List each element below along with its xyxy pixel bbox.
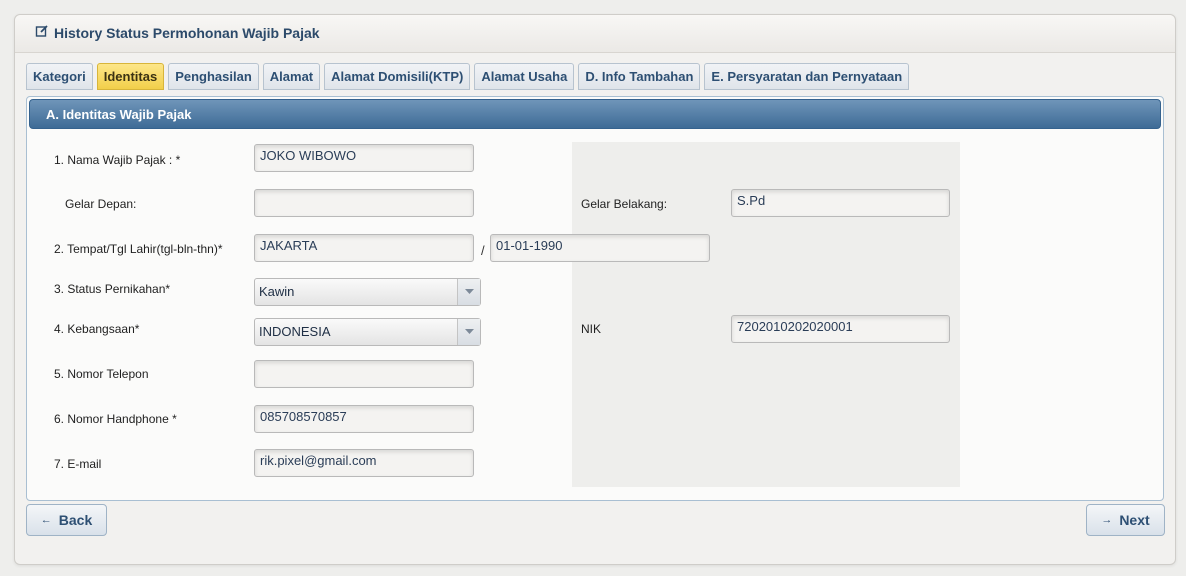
tab-penghasilan[interactable]: Penghasilan <box>168 63 259 90</box>
gelar-belakang-label: Gelar Belakang: <box>581 197 668 211</box>
chevron-down-icon[interactable] <box>457 279 480 305</box>
tab-alamat-usaha[interactable]: Alamat Usaha <box>474 63 575 90</box>
gelar-depan-label: Gelar Depan: <box>65 197 137 211</box>
email-input[interactable]: rik.pixel@gmail.com <box>254 449 474 477</box>
kebangsaan-label: 4. Kebangsaan* <box>54 322 140 336</box>
status-pernikahan-select[interactable]: Kawin <box>254 278 481 306</box>
nama-input[interactable]: JOKO WIBOWO <box>254 144 474 172</box>
tab-persyaratan[interactable]: E. Persyaratan dan Pernyataan <box>704 63 910 90</box>
nama-label: 1. Nama Wajib Pajak : * <box>54 153 181 167</box>
next-button-label: Next <box>1119 512 1150 528</box>
telepon-input[interactable] <box>254 360 474 388</box>
status-label: 3. Status Pernikahan* <box>54 282 171 296</box>
tab-info-tambahan[interactable]: D. Info Tambahan <box>578 63 701 90</box>
arrow-left-icon: ← <box>40 514 52 526</box>
page-title: History Status Permohonan Wajib Pajak <box>35 24 320 41</box>
gelar-depan-input[interactable] <box>254 189 474 217</box>
title-bar: History Status Permohonan Wajib Pajak <box>15 15 1175 53</box>
date-separator: / <box>481 243 485 258</box>
nik-input[interactable]: 7202010202020001 <box>731 315 950 343</box>
kebangsaan-select[interactable]: INDONESIA <box>254 318 481 346</box>
form-panel: A. Identitas Wajib Pajak 1. Nama Wajib P… <box>26 96 1164 501</box>
tempat-lahir-input[interactable]: JAKARTA <box>254 234 474 262</box>
tanggal-lahir-input[interactable]: 01-01-1990 <box>490 234 710 262</box>
tab-alamat[interactable]: Alamat <box>262 63 321 90</box>
telepon-label: 5. Nomor Telepon <box>54 367 149 381</box>
nik-label: NIK <box>581 322 602 336</box>
tab-identitas[interactable]: Identitas <box>96 63 165 90</box>
handphone-label: 6. Nomor Handphone * <box>54 412 177 426</box>
email-label: 7. E-mail <box>54 457 102 471</box>
edit-icon <box>35 24 49 41</box>
ttl-label: 2. Tempat/Tgl Lahir(tgl-bln-thn)* <box>54 242 223 256</box>
back-button-label: Back <box>58 512 93 528</box>
kebangsaan-value: INDONESIA <box>259 324 331 339</box>
panel-title: A. Identitas Wajib Pajak <box>29 99 1161 129</box>
next-button[interactable]: → Next <box>1086 504 1165 536</box>
arrow-right-icon: → <box>1101 514 1113 526</box>
gelar-belakang-input[interactable]: S.Pd <box>731 189 950 217</box>
back-button[interactable]: ← Back <box>26 504 107 536</box>
tab-bar: Kategori Identitas Penghasilan Alamat Al… <box>26 63 910 90</box>
handphone-input[interactable]: 085708570857 <box>254 405 474 433</box>
main-window: History Status Permohonan Wajib Pajak Ka… <box>14 14 1176 565</box>
page-title-text: History Status Permohonan Wajib Pajak <box>54 24 320 41</box>
tab-alamat-domisili[interactable]: Alamat Domisili(KTP) <box>324 63 471 90</box>
status-pernikahan-value: Kawin <box>259 284 295 299</box>
chevron-down-icon[interactable] <box>457 319 480 345</box>
tab-kategori[interactable]: Kategori <box>26 63 93 90</box>
